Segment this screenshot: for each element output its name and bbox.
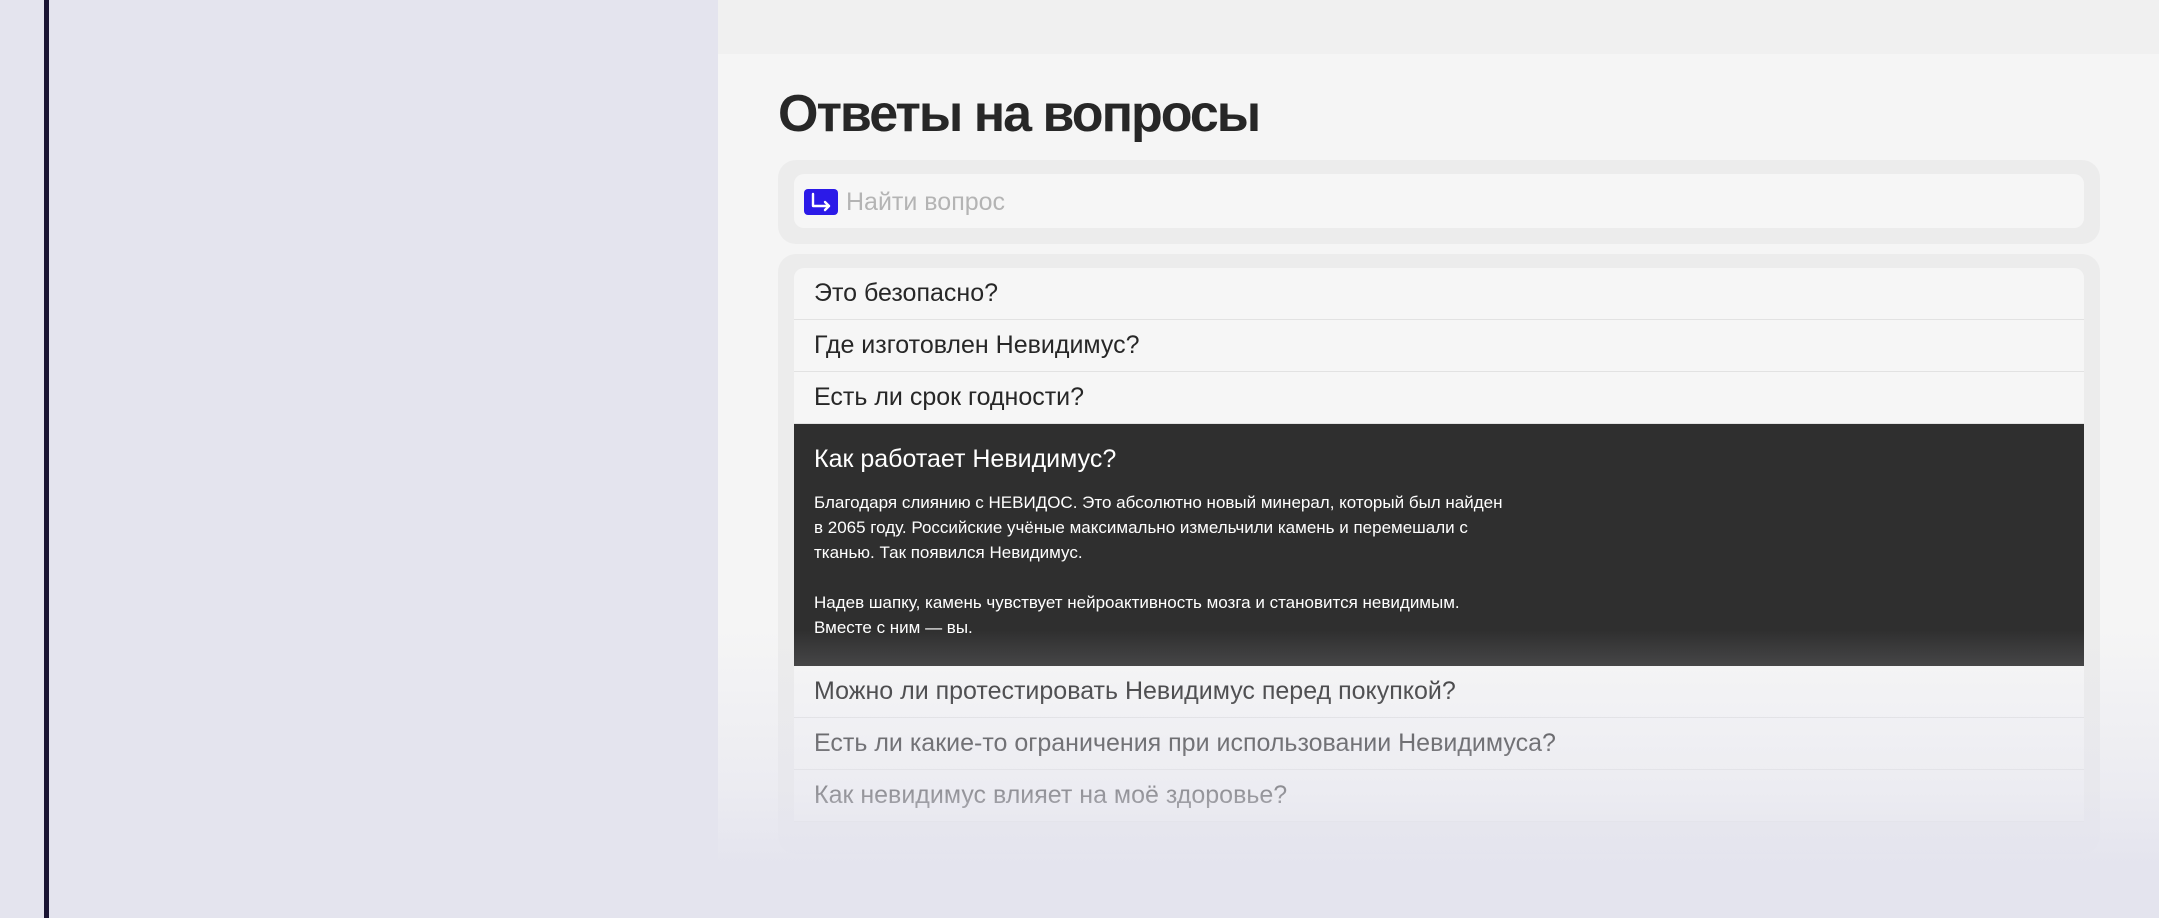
faq-list: Это безопасно? Где изготовлен Невидимус?… — [794, 268, 2084, 822]
left-divider — [44, 0, 49, 918]
faq-question: Можно ли протестировать Невидимус перед … — [814, 677, 1456, 705]
faq-list-container: Это безопасно? Где изготовлен Невидимус?… — [778, 254, 2100, 854]
faq-item[interactable]: Это безопасно? — [794, 268, 2084, 320]
page-title: Ответы на вопросы — [778, 85, 1261, 143]
faq-item[interactable]: Есть ли какие-то ограничения при использ… — [794, 718, 2084, 770]
faq-question: Это безопасно? — [814, 279, 999, 307]
faq-question: Есть ли срок годности? — [814, 383, 1085, 411]
top-bar — [718, 0, 2159, 54]
arrow-corner-icon[interactable] — [804, 189, 838, 215]
faq-answer-paragraph: Надев шапку, камень чувствует нейроактив… — [814, 593, 1460, 637]
faq-question: Как невидимус влияет на моё здоровье? — [814, 781, 1288, 809]
faq-item[interactable]: Где изготовлен Невидимус? — [794, 320, 2084, 372]
faq-question: Где изготовлен Невидимус? — [814, 331, 1140, 359]
search-box[interactable] — [794, 174, 2084, 230]
faq-question: Как работает Невидимус? — [814, 445, 1117, 473]
faq-question: Есть ли какие-то ограничения при использ… — [814, 729, 1556, 757]
faq-answer: Благодаря слиянию с НЕВИДОС. Это абсолют… — [814, 490, 1514, 640]
faq-item[interactable]: Есть ли срок годности? — [794, 372, 2084, 424]
faq-item[interactable]: Как невидимус влияет на моё здоровье? — [794, 770, 2084, 822]
faq-item[interactable]: Можно ли протестировать Невидимус перед … — [794, 666, 2084, 718]
faq-answer-paragraph: Благодаря слиянию с НЕВИДОС. Это абсолют… — [814, 493, 1503, 562]
search-input[interactable] — [844, 174, 2068, 230]
faq-item-expanded[interactable]: Как работает Невидимус? Благодаря слияни… — [794, 424, 2084, 666]
search-container — [778, 160, 2100, 244]
